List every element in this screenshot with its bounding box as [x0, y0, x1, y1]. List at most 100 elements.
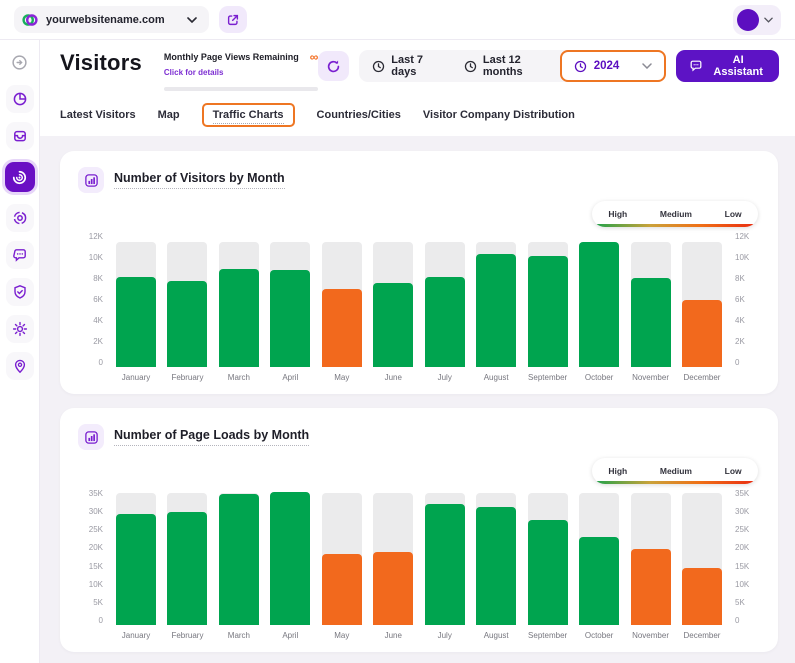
sidebar-expand-button[interactable]: [6, 48, 34, 76]
y-tick-label: 8K: [735, 275, 745, 283]
bar-value-fill: [476, 254, 516, 367]
y-tick-label: 0: [99, 359, 103, 367]
bar-value-fill: [219, 494, 259, 625]
bar-august[interactable]: [476, 490, 516, 625]
clock-icon: [464, 60, 477, 73]
range-last-7-days[interactable]: Last 7 days: [359, 50, 451, 82]
y-tick-label: 6K: [735, 296, 745, 304]
x-axis-label: January: [116, 631, 156, 640]
bar-may[interactable]: [322, 233, 362, 367]
y-tick-label: 5K: [735, 599, 745, 607]
x-axis-label: September: [528, 631, 568, 640]
bar-september[interactable]: [528, 233, 568, 367]
x-axis-label: August: [476, 373, 516, 382]
bar-chart-icon: [78, 424, 104, 450]
pie-chart-icon: [12, 91, 28, 107]
bar-january[interactable]: [116, 233, 156, 367]
y-tick-label: 15K: [89, 563, 103, 571]
x-axis-label: March: [219, 631, 259, 640]
open-website-button[interactable]: [219, 6, 247, 33]
bar-june[interactable]: [373, 490, 413, 625]
bar-may[interactable]: [322, 490, 362, 625]
y-tick-label: 8K: [93, 275, 103, 283]
quota-details-link[interactable]: Click for details: [164, 68, 224, 77]
heat-legend: High Medium Low: [592, 458, 758, 484]
x-axis-labels: JanuaryFebruaryMarchAprilMayJuneJulyAugu…: [110, 631, 728, 640]
bar-december[interactable]: [682, 233, 722, 367]
sidebar-item-communication[interactable]: [6, 241, 34, 269]
ai-assistant-button[interactable]: AI Assistant: [676, 50, 779, 82]
page-views-quota[interactable]: Monthly Page Views Remaining Click for d…: [164, 52, 318, 91]
external-link-icon: [226, 13, 240, 27]
visitors-chart-card: Number of Visitors by Month High Medium …: [60, 151, 778, 394]
y-axis-right: 35K30K25K20K15K10K5K0: [728, 490, 760, 625]
x-axis-label: March: [219, 373, 259, 382]
website-selector[interactable]: yourwebsitename.com: [14, 6, 209, 33]
x-axis-label: February: [167, 373, 207, 382]
bar-value-fill: [528, 256, 568, 367]
x-axis-labels: JanuaryFebruaryMarchAprilMayJuneJulyAugu…: [110, 373, 728, 382]
bar-november[interactable]: [631, 490, 671, 625]
tab-map[interactable]: Map: [158, 109, 180, 121]
x-axis-label: July: [425, 373, 465, 382]
bar-value-fill: [270, 492, 310, 625]
bar-september[interactable]: [528, 490, 568, 625]
x-axis-label: June: [373, 631, 413, 640]
bar-december[interactable]: [682, 490, 722, 625]
bar-july[interactable]: [425, 490, 465, 625]
sidebar-item-location[interactable]: [6, 352, 34, 380]
bar-november[interactable]: [631, 233, 671, 367]
y-axis-left: 12K10K8K6K4K2K0: [78, 233, 110, 367]
plot-area: [110, 490, 728, 625]
bar-february[interactable]: [167, 490, 207, 625]
bar-value-fill: [682, 568, 722, 625]
sidebar-item-dashboard[interactable]: [6, 85, 34, 113]
sidebar-item-behavior[interactable]: [6, 204, 34, 232]
y-tick-label: 35K: [89, 490, 103, 498]
bar-value-fill: [631, 549, 671, 625]
expand-sidebar-icon: [11, 54, 28, 71]
website-name: yourwebsitename.com: [46, 14, 165, 26]
bar-april[interactable]: [270, 233, 310, 367]
sidebar-item-visitors[interactable]: [5, 162, 35, 192]
refresh-button[interactable]: [318, 51, 349, 81]
bar-chart-icon: [78, 167, 104, 193]
y-tick-label: 10K: [89, 254, 103, 262]
inbox-icon: [12, 128, 28, 144]
year-selector[interactable]: 2024: [560, 50, 667, 82]
y-tick-label: 0: [735, 617, 739, 625]
bar-august[interactable]: [476, 233, 516, 367]
bar-value-fill: [167, 512, 207, 625]
bar-october[interactable]: [579, 490, 619, 625]
bar-value-fill: [425, 504, 465, 626]
content-area: Number of Visitors by Month High Medium …: [40, 136, 795, 663]
bar-april[interactable]: [270, 490, 310, 625]
bar-value-fill: [116, 277, 156, 367]
x-axis-label: May: [322, 373, 362, 382]
clock-icon: [372, 60, 385, 73]
range-last-12-months[interactable]: Last 12 months: [451, 50, 560, 82]
sidebar-item-overview[interactable]: [6, 122, 34, 150]
tab-latest-visitors[interactable]: Latest Visitors: [60, 109, 136, 121]
tab-countries-cities[interactable]: Countries/Cities: [317, 109, 401, 121]
sidebar-item-settings[interactable]: [6, 315, 34, 343]
bar-march[interactable]: [219, 233, 259, 367]
sidebar-item-privacy[interactable]: [6, 278, 34, 306]
tab-visitor-company-distribution[interactable]: Visitor Company Distribution: [423, 109, 575, 121]
bar-october[interactable]: [579, 233, 619, 367]
bar-february[interactable]: [167, 233, 207, 367]
bar-march[interactable]: [219, 490, 259, 625]
tab-traffic-charts[interactable]: Traffic Charts: [202, 103, 295, 127]
user-menu[interactable]: [733, 5, 781, 35]
visitors-radar-icon: [11, 169, 28, 186]
map-pin-icon: [12, 358, 28, 374]
bar-value-fill: [322, 289, 362, 367]
bar-july[interactable]: [425, 233, 465, 367]
x-axis-label: December: [682, 373, 722, 382]
bar-june[interactable]: [373, 233, 413, 367]
bar-january[interactable]: [116, 490, 156, 625]
top-bar: yourwebsitename.com: [0, 0, 795, 40]
x-axis-label: January: [116, 373, 156, 382]
bar-value-fill: [476, 507, 516, 625]
visitors-bar-chart: 12K10K8K6K4K2K0 12K10K8K6K4K2K0: [78, 233, 760, 367]
